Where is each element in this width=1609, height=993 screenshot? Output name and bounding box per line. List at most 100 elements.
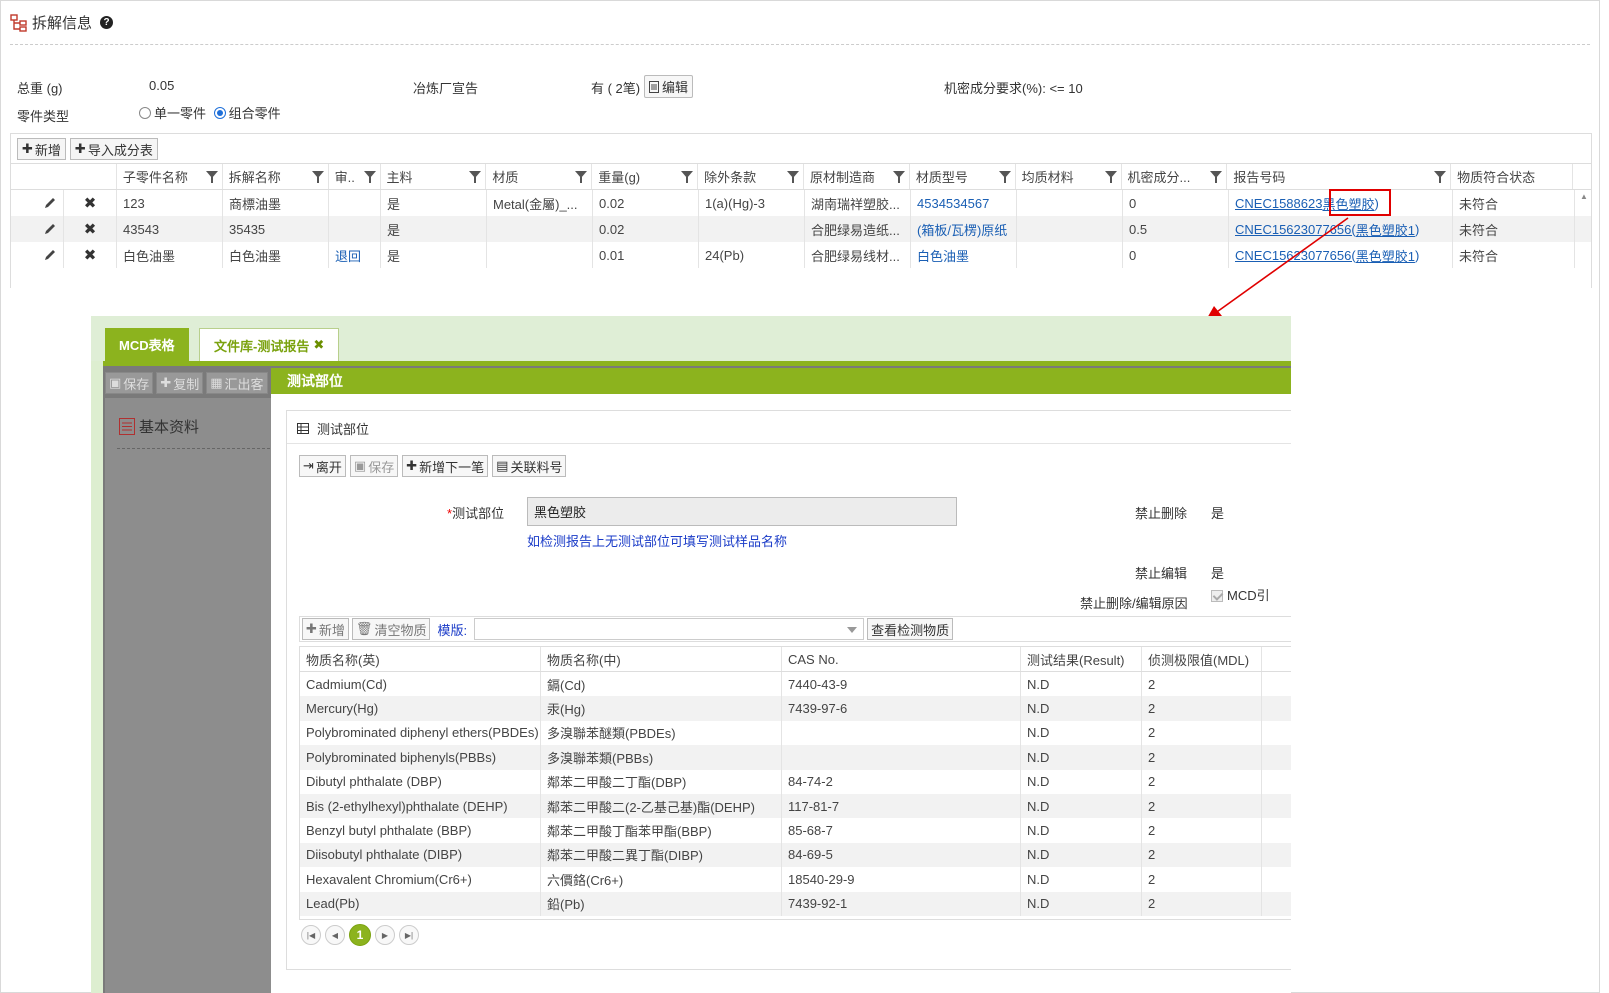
leave-label: 离开 [315, 459, 342, 475]
filter-icon[interactable] [998, 171, 1011, 183]
add-next-button[interactable]: ✚ 新增下一笔 [402, 455, 489, 477]
first-page-icon[interactable]: |◀ [301, 925, 321, 945]
col-header[interactable]: 机密成分... [1122, 164, 1228, 189]
list-icon [119, 418, 135, 435]
close-icon[interactable]: ✖ [313, 337, 324, 353]
table-row[interactable]: Lead(Pb) 鉛(Pb) 7439-92-1 N.D 2 [300, 891, 1291, 916]
next-page-icon[interactable]: ▶ [375, 925, 395, 945]
col-header[interactable]: 材质型号 [910, 164, 1016, 189]
plus-icon: ✚ [160, 375, 172, 390]
tab-test-report[interactable]: 文件库-测试报告 ✖ [199, 328, 340, 361]
smelter-edit-button[interactable]: 编辑 [644, 75, 694, 98]
filter-icon[interactable] [1210, 171, 1223, 183]
plus-icon: ✚ [406, 458, 418, 473]
delete-row-button[interactable]: ✖ [64, 216, 117, 242]
cell-weight: 0.02 [593, 190, 699, 216]
smelter-value: 有 ( 2笔) [591, 81, 641, 96]
cell-model-link[interactable]: 白色油墨 [911, 242, 1017, 268]
filter-icon[interactable] [1434, 171, 1447, 183]
pencil-icon [45, 250, 55, 260]
template-select[interactable] [474, 618, 865, 640]
cell-name: 35435 [223, 216, 329, 242]
col-header[interactable]: 材质 [486, 164, 593, 189]
filter-icon[interactable] [1104, 171, 1117, 183]
cell-cas: 85-68-7 [782, 818, 1021, 843]
col-header[interactable]: 报告号码 [1227, 164, 1452, 189]
col-header[interactable]: 拆解名称 [223, 164, 329, 189]
filter-icon[interactable] [363, 171, 376, 183]
floppy-icon: ▣ [353, 458, 367, 473]
pencil-icon [45, 224, 55, 234]
table-icon [297, 423, 309, 434]
view-substances-button[interactable]: 查看检测物质 [867, 618, 954, 640]
add-button[interactable]: ✚ 新增 [17, 138, 66, 160]
trash-icon: 🗑 [355, 621, 373, 636]
import-composition-button[interactable]: ✚ 导入成分表 [69, 138, 158, 160]
cell-model-link[interactable]: (箱板/瓦楞)原纸 [911, 216, 1017, 242]
col-header[interactable]: 重量(g) [592, 164, 699, 189]
table-row[interactable]: Mercury(Hg) 汞(Hg) 7439-97-6 N.D 2 [300, 696, 1291, 721]
filter-icon[interactable] [681, 171, 694, 183]
no-delete-label: 禁止删除 [1135, 506, 1188, 521]
filter-icon[interactable] [311, 171, 324, 183]
cell-model-link[interactable]: 4534534567 [911, 190, 1017, 216]
highlight-box [1329, 189, 1391, 216]
radio-combined-part[interactable]: 组合零件 [213, 106, 281, 121]
current-page[interactable]: 1 [349, 924, 371, 946]
clear-substance-button[interactable]: 🗑 清空物质 [351, 618, 431, 640]
help-icon[interactable]: ? [100, 16, 114, 29]
report-link[interactable]: CNEC1588623 [1235, 196, 1322, 211]
edit-row-button[interactable] [11, 216, 64, 242]
last-page-icon[interactable]: ▶| [399, 925, 419, 945]
edit-row-button[interactable] [11, 242, 64, 268]
col-header[interactable]: 测试结果(Result) [1021, 647, 1142, 671]
radio-single-part[interactable]: 单一零件 [139, 106, 206, 121]
test-location-input[interactable]: 黑色塑胶 [527, 497, 957, 526]
col-header[interactable]: 子零件名称 [117, 164, 223, 189]
col-header[interactable]: CAS No. [782, 647, 1021, 671]
report-part-link[interactable]: 黑色塑胶1 [1356, 220, 1415, 239]
filter-icon[interactable] [575, 171, 588, 183]
cell-audit-link[interactable]: 退回 [329, 242, 381, 268]
col-header[interactable]: 侦测极限值(MDL) [1142, 647, 1262, 671]
table-row[interactable]: Polybrominated diphenyl ethers(PBDEs) 多溴聯… [300, 720, 1291, 746]
table-row[interactable]: Diisobutyl phthalate (DIBP) 鄰苯二甲酸二異丁酯(DIB… [300, 842, 1291, 868]
callout-arrow [1206, 217, 1349, 320]
col-header[interactable]: 物质名称(中) [541, 647, 782, 671]
report-part-link[interactable]: 黑色塑胶1 [1356, 246, 1415, 265]
col-header[interactable]: 物质名称(英) [300, 647, 541, 671]
radio-combined-label: 组合零件 [228, 106, 281, 121]
table-row[interactable]: Benzyl butyl phthalate (BBP) 鄰苯二甲酸丁酯苯甲酯(B… [300, 818, 1291, 843]
col-header[interactable]: 物质符合状态 [1451, 164, 1573, 189]
filter-icon[interactable] [469, 171, 482, 183]
col-header[interactable]: 均质材料 [1016, 164, 1122, 189]
table-row[interactable]: Bis (2-ethylhexyl)phthalate (DEHP) 鄰苯二甲酸二… [300, 793, 1291, 819]
col-header[interactable]: 除外条款 [698, 164, 804, 189]
save-button[interactable]: ▣ 保存 [349, 455, 399, 477]
scroll-up-icon[interactable]: ▲ [1580, 192, 1588, 201]
edit-row-button[interactable] [11, 190, 64, 216]
filter-icon[interactable] [786, 171, 799, 183]
prev-page-icon[interactable]: ◀ [325, 925, 345, 945]
substance-add-button[interactable]: ✚ 新增 [302, 618, 349, 640]
filter-icon[interactable] [205, 171, 218, 183]
delete-row-button[interactable]: ✖ [64, 190, 117, 216]
col-header[interactable]: 原材制造商 [804, 164, 910, 189]
delete-row-button[interactable]: ✖ [64, 242, 117, 268]
table-row[interactable]: Hexavalent Chromium(Cr6+) 六價鉻(Cr6+) 18540-… [300, 867, 1291, 892]
filter-icon[interactable] [892, 171, 905, 183]
table-row[interactable]: Cadmium(Cd) 鎘(Cd) 7440-43-9 N.D 2 [300, 672, 1291, 697]
table-row[interactable]: Polybrominated biphenyls(PBBs) 多溴聯苯類(PBBs… [300, 745, 1291, 770]
leave-button[interactable]: ⇥ 离开 [299, 455, 346, 477]
link-part-button[interactable]: ▤ 关联料号 [492, 455, 567, 477]
background-panel [105, 398, 275, 993]
section-header: 拆解信息 ? [10, 12, 114, 33]
cell-en: Polybrominated biphenyls(PBBs) [300, 745, 541, 770]
bg-section-label: 基本资料 [139, 419, 200, 436]
col-header[interactable]: 审.. [329, 164, 381, 189]
cell-result: N.D [1021, 891, 1142, 916]
table-row[interactable]: Dibutyl phthalate (DBP) 鄰苯二甲酸二丁酯(DBP) 84-7… [300, 769, 1291, 794]
col-header[interactable]: 主料 [381, 164, 487, 189]
tab-mcd[interactable]: MCD表格 [105, 328, 189, 361]
cell-result: N.D [1021, 769, 1142, 794]
